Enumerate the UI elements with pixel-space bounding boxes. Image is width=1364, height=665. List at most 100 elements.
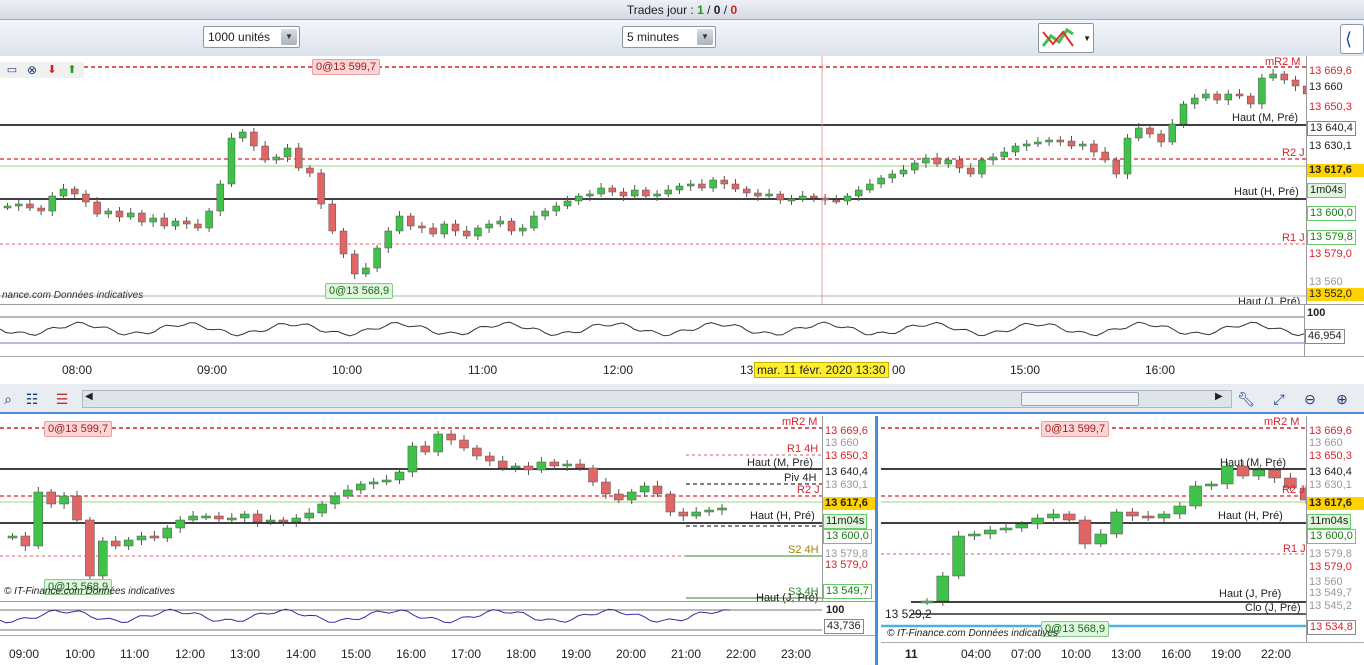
candle — [854, 189, 863, 197]
scroll-thumb[interactable] — [1021, 392, 1139, 406]
sell-arrow-icon[interactable]: ⬇ — [42, 60, 62, 80]
candle — [14, 203, 23, 207]
expand-icon: ⟨ — [1345, 29, 1353, 49]
time-label: 20:00 — [616, 647, 647, 661]
price-label: 13 650,3 — [1309, 450, 1352, 462]
bars-icon[interactable]: ☰ — [52, 389, 72, 409]
right-price-plot[interactable] — [881, 416, 1306, 642]
line-label: Clo (J, Pré) — [1245, 602, 1301, 614]
candle — [1031, 517, 1044, 525]
scroll-right-icon[interactable]: ▶ — [1215, 391, 1223, 402]
candle — [952, 535, 965, 577]
main-price-plot[interactable] — [0, 56, 1306, 304]
candle — [33, 491, 44, 547]
candle — [317, 503, 327, 514]
line-label: Piv 4H — [784, 472, 817, 484]
last-price-label: 13 617,6 — [823, 497, 875, 510]
units-select[interactable]: 1000 unités ▼ — [203, 26, 300, 48]
candle — [686, 183, 695, 187]
line-label: mR2 M — [1264, 416, 1300, 428]
chart-style-button[interactable]: ▼ — [1038, 23, 1094, 53]
candle — [149, 535, 160, 539]
units-value: 1000 unités — [208, 30, 271, 44]
zoom-out-icon[interactable]: ⊖ — [1300, 389, 1320, 409]
candle — [720, 179, 729, 185]
line-label: Haut (M, Pré) — [1220, 457, 1287, 469]
price-label: 13 579,0 — [1309, 561, 1352, 573]
chevron-down-icon[interactable]: ▼ — [281, 29, 297, 45]
price-axis[interactable]: 13 669,6 13 660 13 650,3 13 640,4 13 630… — [1306, 56, 1364, 304]
main-chart[interactable]: ▭ ⊗ ⬇ ⬆ 0@13 599,7 0@13 568,9 nance.com … — [0, 56, 1364, 304]
price-label: 13 579,0 — [1309, 248, 1352, 260]
left-oscillator[interactable]: 100 43,736 — [0, 601, 875, 635]
candle — [1101, 151, 1109, 161]
candle — [72, 495, 82, 521]
trades-sep: / — [703, 3, 714, 17]
candle — [552, 205, 561, 212]
candle — [1280, 73, 1289, 81]
right-time-axis[interactable]: 11 04:00 07:00 10:00 13:00 16:00 19:00 2… — [881, 642, 1364, 665]
settings-icon[interactable]: ☷ — [22, 389, 42, 409]
left-price-plot[interactable] — [0, 416, 822, 601]
right-chart[interactable]: 0@13 599,7 0@13 568,9 13 529,2 © IT-Fina… — [881, 416, 1364, 665]
oscillator-plot — [0, 608, 822, 631]
candle — [1123, 137, 1132, 175]
price-label: 13 669,6 — [1309, 65, 1352, 77]
time-label: 16:00 — [1161, 647, 1192, 661]
time-label: 07:00 — [1011, 647, 1042, 661]
left-time-axis[interactable]: 09:00 10:00 11:00 12:00 13:00 14:00 15:0… — [0, 635, 875, 665]
candle — [110, 540, 121, 547]
time-scrollbar[interactable]: ◀ ▶ — [82, 390, 1232, 408]
candle — [227, 517, 237, 521]
line-label: Haut (M, Pré) — [747, 457, 814, 469]
wrench-icon[interactable]: 🔧︎ — [1236, 389, 1256, 409]
candle — [1034, 141, 1042, 145]
candle — [362, 267, 370, 275]
pending-order-tag[interactable]: 0@13 599,7 — [44, 421, 113, 437]
candle — [162, 527, 173, 539]
candle — [798, 195, 807, 200]
window-icon[interactable]: ▭ — [2, 60, 22, 80]
candle — [238, 131, 247, 139]
pending-order-tag[interactable]: 0@13 599,7 — [1041, 421, 1110, 437]
zoom-fit-icon[interactable]: ⤢ — [1269, 389, 1289, 409]
candle — [691, 511, 701, 517]
candle-countdown: 11m04s — [823, 514, 868, 529]
cross-hair-icon[interactable]: ⌕ — [0, 389, 18, 409]
candle — [126, 212, 135, 218]
candle — [1202, 93, 1210, 99]
pending-order-tag[interactable]: 0@13 599,7 — [312, 59, 381, 75]
main-time-axis[interactable]: 08:00 09:00 10:00 11:00 12:00 13 00 15:0… — [0, 356, 1364, 384]
candle — [451, 223, 460, 232]
candle — [474, 227, 482, 237]
price-label: 13 660 — [1309, 437, 1343, 449]
candle — [440, 223, 449, 235]
candle — [933, 157, 941, 165]
candle — [888, 173, 897, 179]
osc-scale-label: 100 — [826, 604, 845, 616]
close-icon[interactable]: ⊗ — [22, 60, 42, 80]
price-label: 13 549,7 — [1309, 587, 1352, 599]
chevron-down-icon[interactable]: ▼ — [1083, 34, 1091, 43]
candle — [394, 471, 405, 481]
candle — [1157, 513, 1171, 519]
candle — [1173, 505, 1187, 515]
price-label: 13 579,8 — [1307, 230, 1356, 245]
entry-order-tag[interactable]: 0@13 568,9 — [325, 283, 394, 299]
price-axis[interactable]: 13 669,6 13 660 13 650,3 13 640,4 13 630… — [1306, 416, 1364, 642]
candle — [843, 195, 852, 202]
candle — [999, 527, 1013, 531]
left-chart[interactable]: 0@13 599,7 0@13 568,9 © IT-Finance.com D… — [0, 416, 878, 665]
candle — [496, 220, 505, 225]
price-label: 13 660 — [1309, 81, 1343, 93]
period-select[interactable]: 5 minutes ▼ — [622, 26, 716, 48]
zoom-in-icon[interactable]: ⊕ — [1332, 389, 1352, 409]
scroll-left-icon[interactable]: ◀ — [85, 391, 93, 402]
side-panel-button[interactable]: ⟨ — [1340, 24, 1364, 54]
buy-arrow-icon[interactable]: ⬆ — [62, 60, 82, 80]
main-oscillator[interactable]: 100 46,954 — [0, 304, 1364, 357]
price-axis[interactable]: 13 669,6 13 660 13 650,3 13 640,4 13 630… — [822, 416, 875, 601]
candle — [922, 157, 930, 164]
chevron-down-icon[interactable]: ▼ — [697, 29, 713, 45]
candle — [563, 200, 572, 207]
